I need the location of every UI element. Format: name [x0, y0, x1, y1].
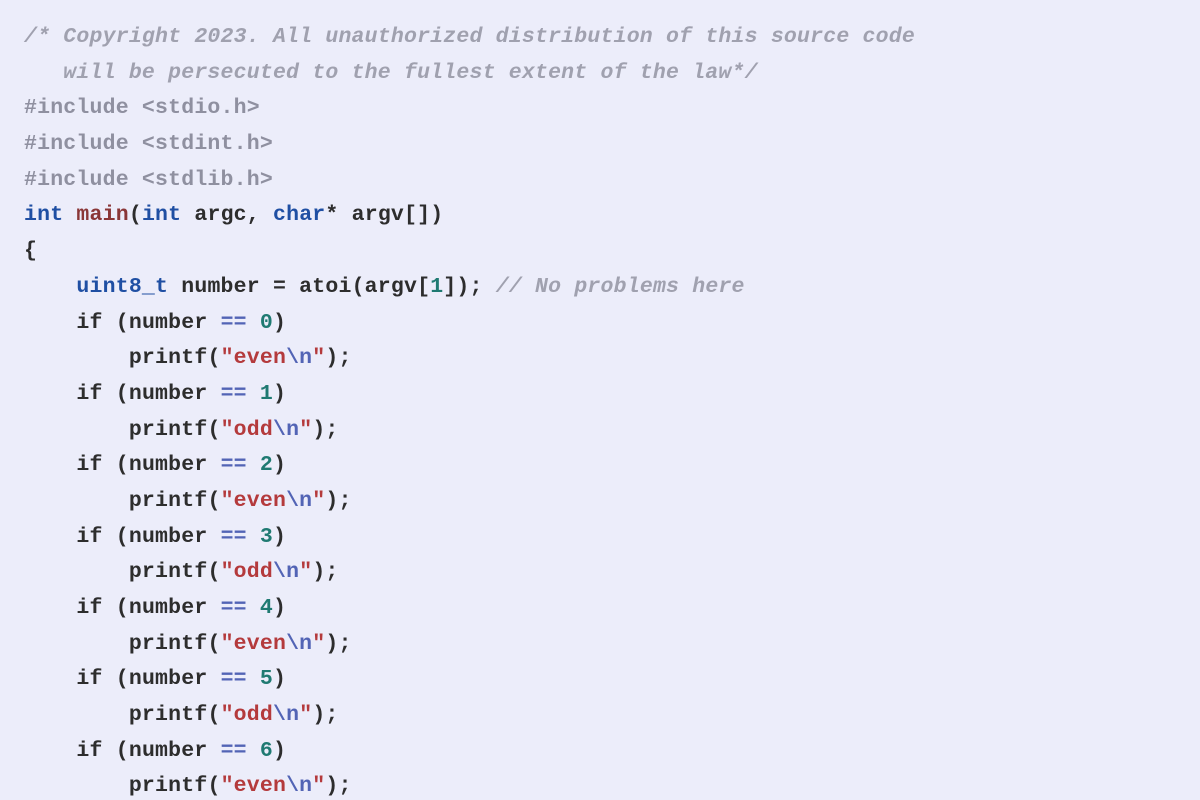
kw-int: int: [24, 203, 63, 227]
include-stdint: #include <stdint.h>: [24, 132, 273, 156]
fn-main: main: [76, 203, 128, 227]
str-odd: "odd: [221, 418, 273, 442]
num-4: 4: [260, 596, 273, 620]
type-uint8: uint8_t: [76, 275, 168, 299]
brace-open: {: [24, 239, 37, 263]
kw-if-0: if: [76, 311, 102, 335]
comment-copyright-2: will be persecuted to the fullest extent…: [24, 61, 758, 85]
num-6: 6: [260, 739, 273, 763]
include-stdlib: #include <stdlib.h>: [24, 168, 273, 192]
num-0: 0: [260, 311, 273, 335]
code-block: /* Copyright 2023. All unauthorized dist…: [0, 0, 1200, 800]
num-5: 5: [260, 667, 273, 691]
include-stdio: #include <stdio.h>: [24, 96, 260, 120]
call-printf: printf: [129, 346, 208, 370]
comment-inline: // No problems here: [496, 275, 745, 299]
num-1: 1: [260, 382, 273, 406]
str-even: "even: [221, 346, 287, 370]
num-3: 3: [260, 525, 273, 549]
comment-copyright-1: /* Copyright 2023. All unauthorized dist…: [24, 25, 915, 49]
num-2: 2: [260, 453, 273, 477]
